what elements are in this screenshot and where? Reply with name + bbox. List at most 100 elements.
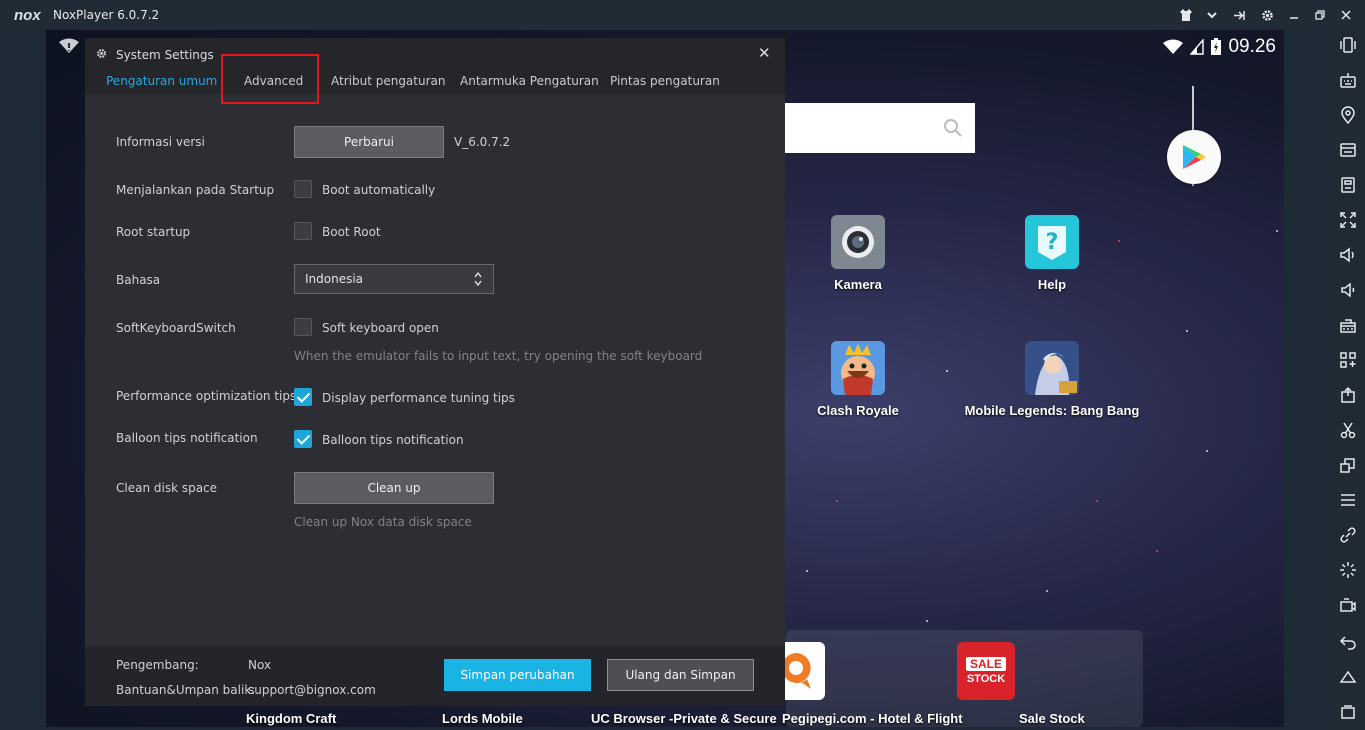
language-select[interactable]: Indonesia [294, 264, 494, 294]
loading-icon[interactable] [1337, 559, 1359, 581]
tab-atribut-pengaturan[interactable]: Atribut pengaturan [331, 74, 446, 88]
soft-keyboard-label: Soft keyboard open [322, 321, 439, 335]
search-icon [944, 119, 962, 137]
back-icon[interactable] [1337, 631, 1359, 653]
volume-up-icon[interactable] [1337, 244, 1359, 266]
volume-down-icon[interactable] [1337, 279, 1359, 301]
support-email[interactable]: support@bignox.com [248, 683, 376, 697]
sale-badge-text: SALE [965, 657, 1006, 671]
controller-icon[interactable] [1337, 174, 1359, 196]
video-record-icon[interactable] [1337, 594, 1359, 616]
reset-and-save-button[interactable]: Ulang dan Simpan [607, 659, 754, 691]
location-icon[interactable] [1337, 104, 1359, 126]
title-bar: nox NoxPlayer 6.0.7.2 [0, 0, 1365, 30]
update-button[interactable]: Perbarui [294, 126, 444, 158]
version-label: Informasi versi [116, 135, 205, 149]
home-icon[interactable] [1337, 666, 1359, 688]
help-feedback-label: Bantuan&Umpan balik: [116, 683, 256, 697]
system-settings-dialog: System Settings ✕ Pengaturan umum Advanc… [85, 38, 785, 706]
scissors-icon[interactable] [1337, 419, 1359, 441]
save-changes-button[interactable]: Simpan perubahan [444, 659, 591, 691]
tab-antarmuka-pengaturan[interactable]: Antarmuka Pengaturan [460, 74, 599, 88]
minimize-icon[interactable] [1285, 6, 1303, 24]
dialog-title: System Settings [116, 48, 214, 62]
developer-label: Pengembang: [116, 658, 199, 672]
dock-label-lords-mobile[interactable]: Lords Mobile [442, 711, 523, 726]
multi-window-icon[interactable] [1337, 454, 1359, 476]
version-value: V_6.0.7.2 [454, 135, 511, 149]
app-label: Clash Royale [817, 403, 899, 418]
battery-charging-icon [1211, 38, 1222, 55]
dialog-close-icon[interactable]: ✕ [758, 44, 771, 62]
boot-automatically-label: Boot automatically [322, 183, 436, 197]
window-title: NoxPlayer 6.0.7.2 [53, 8, 160, 22]
recent-apps-icon[interactable] [1337, 701, 1359, 723]
chevron-down-icon[interactable] [1203, 6, 1221, 24]
boot-automatically-checkbox[interactable] [294, 180, 312, 198]
status-bar: 09.26 [1162, 36, 1276, 58]
link-icon[interactable] [1337, 524, 1359, 546]
settings-gear-icon[interactable] [1258, 6, 1276, 24]
wifi-strength-icon [58, 38, 80, 58]
soft-keyboard-hint: When the emulator fails to input text, t… [294, 349, 703, 363]
menu-icon[interactable] [1337, 489, 1359, 511]
camera-icon [831, 215, 885, 269]
dock-label-kingdom-craft[interactable]: Kingdom Craft [246, 711, 336, 726]
play-store-icon [1183, 145, 1206, 169]
help-icon: ? [1025, 215, 1079, 269]
fullscreen-icon[interactable] [1337, 209, 1359, 231]
google-search-bar[interactable] [785, 103, 975, 153]
apk-install-icon[interactable] [1337, 384, 1359, 406]
app-clash-royale[interactable]: Clash Royale [768, 341, 948, 418]
play-store-button[interactable] [1167, 130, 1221, 184]
clean-up-hint: Clean up Nox data disk space [294, 515, 472, 529]
dock-label-uc-browser[interactable]: UC Browser -Private & Secure [591, 711, 777, 726]
balloon-tips-checkbox[interactable] [294, 430, 312, 448]
status-clock: 09.26 [1228, 36, 1276, 57]
nox-logo: nox [14, 7, 41, 24]
clean-disk-label: Clean disk space [116, 481, 218, 495]
dock-label-pegipegi[interactable]: Pegipegi.com - Hotel & Flight [782, 711, 963, 726]
svg-text:?: ? [1046, 230, 1059, 255]
shake-icon[interactable] [1337, 34, 1359, 56]
performance-tips-label: Display performance tuning tips [322, 391, 515, 405]
pin-icon[interactable] [1230, 6, 1248, 24]
boot-root-checkbox[interactable] [294, 222, 312, 240]
dock-app-sale-stock[interactable]: SALE STOCK [926, 642, 1046, 700]
performance-tips-checkbox[interactable] [294, 388, 312, 406]
startup-label: Menjalankan pada Startup [116, 183, 275, 197]
app-mobile-legends[interactable]: Mobile Legends: Bang Bang [962, 341, 1142, 418]
app-kamera[interactable]: Kamera [768, 215, 948, 292]
app-label: Help [1037, 277, 1067, 292]
performance-label: Performance optimization tips [116, 389, 297, 403]
mobile-legends-icon [1025, 341, 1079, 395]
boot-root-label: Boot Root [322, 225, 381, 239]
dock-label-sale-stock[interactable]: Sale Stock [1019, 711, 1085, 726]
toolbox-icon[interactable] [1337, 314, 1359, 336]
soft-keyboard-checkbox[interactable] [294, 318, 312, 336]
multi-instance-icon[interactable] [1337, 349, 1359, 371]
language-label: Bahasa [116, 273, 161, 287]
signal-icon [1190, 39, 1205, 55]
close-window-icon[interactable] [1337, 6, 1355, 24]
sale-stock-icon: SALE STOCK [957, 642, 1015, 700]
dialog-footer: Pengembang: Nox Bantuan&Umpan balik: sup… [85, 646, 785, 706]
language-value: Indonesia [305, 272, 364, 286]
clash-royale-icon [831, 341, 885, 395]
clean-up-button[interactable]: Clean up [294, 472, 494, 504]
shirt-icon[interactable] [1177, 6, 1195, 24]
settings-gear-icon [96, 48, 107, 62]
root-startup-label: Root startup [116, 225, 191, 239]
tab-pintas-pengaturan[interactable]: Pintas pengaturan [610, 74, 720, 88]
developer-value: Nox [248, 658, 272, 672]
right-toolbar [1330, 30, 1365, 730]
keyboard-mapping-icon[interactable] [1337, 69, 1359, 91]
restore-icon[interactable] [1311, 6, 1329, 24]
advanced-tab-highlight [221, 54, 319, 104]
tab-pengaturan-umum[interactable]: Pengaturan umum [106, 74, 217, 88]
softkeyboard-label: SoftKeyboardSwitch [116, 321, 236, 335]
screen-window-icon[interactable] [1337, 139, 1359, 161]
app-help[interactable]: ? Help [962, 215, 1142, 292]
stock-badge-text: STOCK [966, 673, 1006, 685]
balloon-label: Balloon tips notification [116, 431, 258, 445]
